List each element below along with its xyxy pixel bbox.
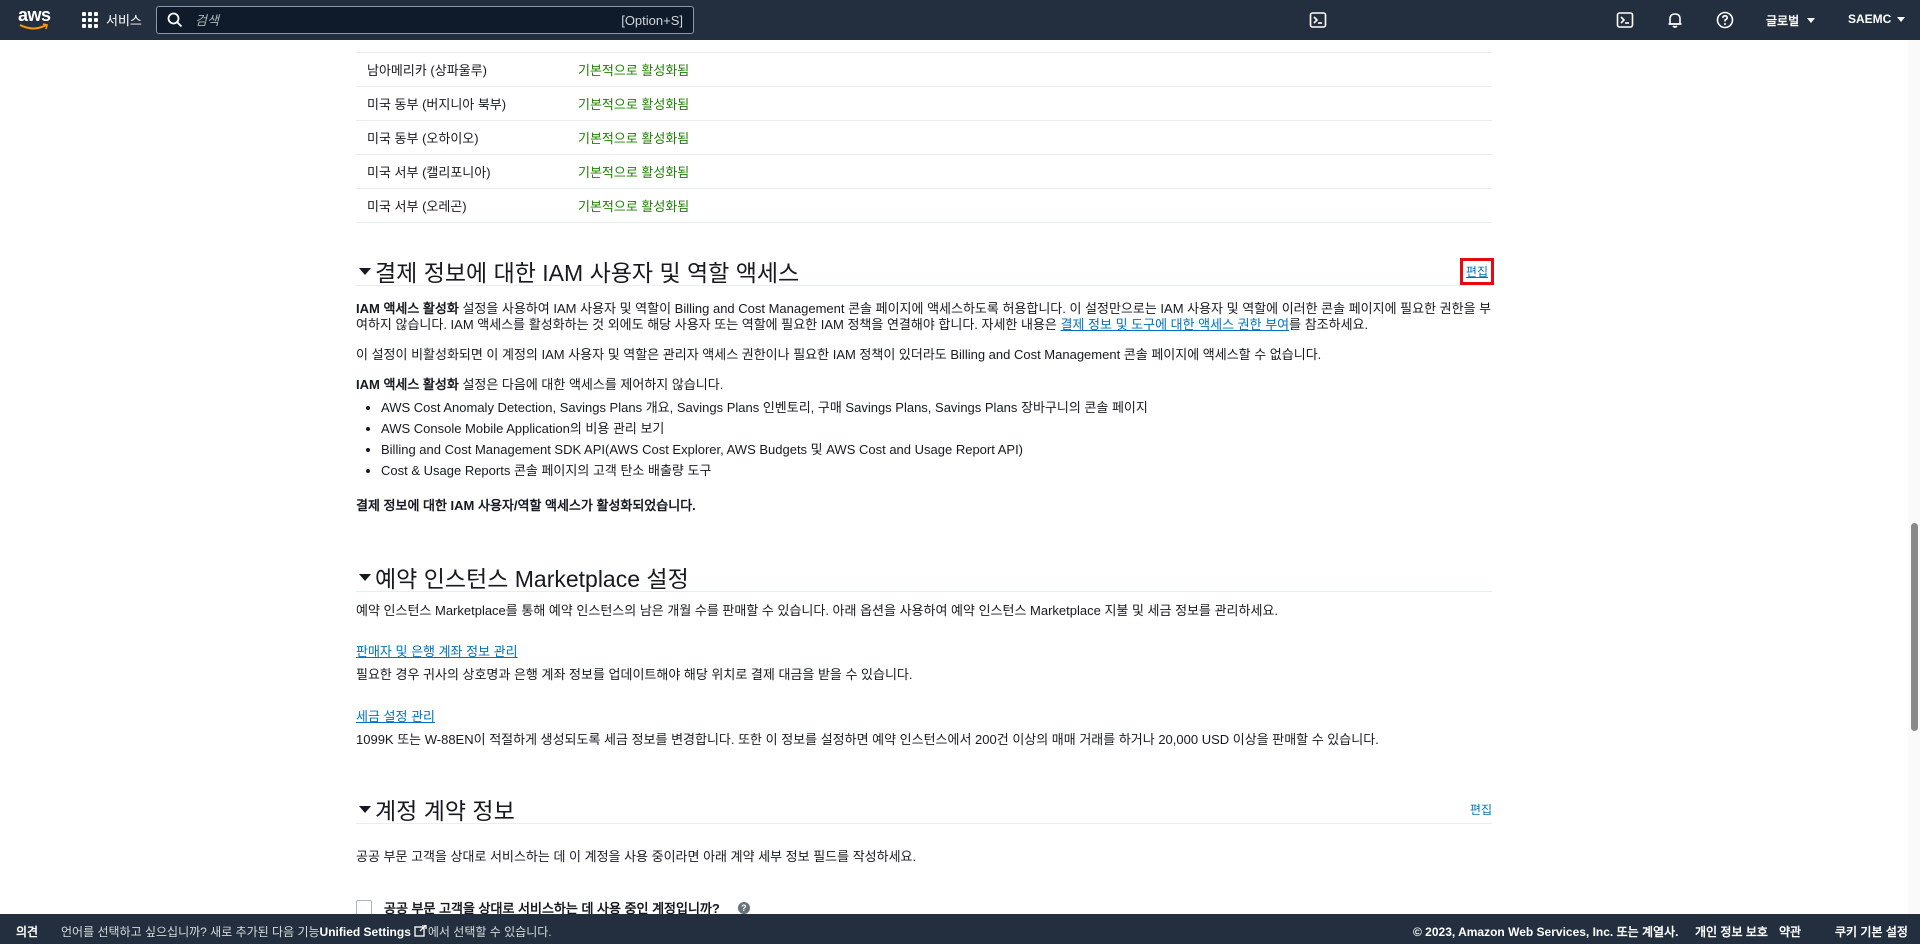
table-row: 미국 서부 (캘리포니아) 기본적으로 활성화됨 [356, 155, 1492, 189]
privacy-link[interactable]: 개인 정보 보호 [1695, 923, 1768, 940]
section-title: 계정 계약 정보 [375, 798, 515, 824]
aws-smile-icon [19, 23, 48, 30]
copyright-text: © 2023, Amazon Web Services, Inc. 또는 계열사… [1413, 925, 1679, 939]
edit-contract-link[interactable]: 편집 [1470, 801, 1492, 818]
caret-down-icon[interactable] [359, 805, 371, 813]
iam-description: IAM 액세스 활성화 설정을 사용하여 IAM 사용자 및 역할이 Billi… [356, 301, 1492, 333]
iam-description-suffix: 를 참조하세요. [1289, 317, 1369, 332]
tax-settings-desc: 1099K 또는 W-88EN이 적절하게 생성되도록 세금 정보를 변경합니다… [356, 732, 1379, 747]
feedback-link[interactable]: 의견 [16, 923, 38, 940]
seller-bank-info-link[interactable]: 판매자 및 은행 계좌 정보 관리 [356, 644, 518, 659]
search-icon [167, 12, 183, 28]
seller-bank-info-desc: 필요한 경우 귀사의 상호명과 은행 계좌 정보를 업데이트해야 해당 위치로 … [356, 667, 913, 682]
tax-settings-link[interactable]: 세금 설정 관리 [356, 709, 435, 724]
cloudshell-icon[interactable] [1616, 11, 1634, 29]
language-notice-suffix: 에서 선택할 수 있습니다. [427, 925, 552, 939]
section-title: 결제 정보에 대한 IAM 사용자 및 역할 액세스 [375, 260, 800, 286]
language-notice-text: 언어를 선택하고 싶으십니까? 새로 추가된 다음 기능 [61, 925, 320, 939]
list-item: AWS Cost Anomaly Detection, Savings Plan… [381, 397, 1492, 418]
regions-table: 남아메리카 (상파울루) 기본적으로 활성화됨 미국 동부 (버지니아 북부) … [356, 40, 1492, 223]
region-selector[interactable]: 글로벌 [1766, 12, 1816, 29]
region-name: 미국 동부 (버지니아 북부) [367, 97, 507, 112]
region-status: 기본적으로 활성화됨 [578, 63, 690, 78]
external-link-icon [414, 924, 427, 937]
chevron-down-icon [1897, 16, 1906, 22]
table-row: 미국 동부 (오하이오) 기본적으로 활성화됨 [356, 121, 1492, 155]
chevron-down-icon [1807, 18, 1816, 23]
page-scrollbar[interactable] [1908, 40, 1920, 914]
caret-down-icon[interactable] [359, 267, 371, 275]
grid-icon [82, 11, 98, 28]
contract-intro: 공공 부문 고객을 상대로 서비스하는 데 이 계정을 사용 중이라면 아래 계… [356, 849, 917, 864]
search-box[interactable]: [Option+S] [156, 6, 694, 34]
tax-settings-block: 세금 설정 관리 1099K 또는 W-88EN이 적절하게 생성되도록 세금 … [356, 706, 1492, 748]
account-contract-section: 계정 계약 정보 편집 공공 부문 고객을 상대로 서비스하는 데 이 계정을 … [356, 795, 1492, 865]
section-title: 예약 인스턴스 Marketplace 설정 [375, 566, 689, 592]
search-shortcut-hint: [Option+S] [621, 12, 683, 28]
help-icon[interactable] [1716, 11, 1734, 29]
list-item: Cost & Usage Reports 콘솔 페이지의 고객 탄소 배출량 도… [381, 460, 1492, 481]
exclusions-list: AWS Cost Anomaly Detection, Savings Plan… [356, 397, 1492, 481]
aws-logo[interactable]: aws [18, 6, 52, 34]
account-menu[interactable]: SAEMC [1848, 12, 1906, 26]
table-row-partial [356, 40, 1492, 53]
language-notice: 언어를 선택하고 싶으십니까? 새로 추가된 다음 기능Unified Sett… [61, 923, 552, 940]
iam-status-text: 결제 정보에 대한 IAM 사용자/역할 액세스가 활성화되었습니다. [356, 498, 696, 513]
iam-scope-note: IAM 액세스 활성화 설정은 다음에 대한 액세스를 제어하지 않습니다. [356, 377, 1492, 393]
section-header[interactable]: 예약 인스턴스 Marketplace 설정 [356, 563, 1492, 592]
services-label: 서비스 [106, 13, 142, 28]
region-label: 글로벌 [1766, 14, 1800, 28]
help-icon[interactable]: ? [737, 901, 750, 914]
region-status: 기본적으로 활성화됨 [578, 199, 690, 214]
region-name: 미국 동부 (오하이오) [367, 131, 479, 146]
billing-access-docs-link[interactable]: 결제 정보 및 도구에 대한 액세스 권한 부여 [1061, 317, 1290, 332]
ri-intro: 예약 인스턴스 Marketplace를 통해 예약 인스턴스의 남은 개월 수… [356, 603, 1278, 618]
region-status: 기본적으로 활성화됨 [578, 165, 690, 180]
table-row: 미국 서부 (오레곤) 기본적으로 활성화됨 [356, 189, 1492, 223]
table-row: 남아메리카 (상파울루) 기본적으로 활성화됨 [356, 53, 1492, 87]
terms-link[interactable]: 약관 [1779, 923, 1801, 940]
list-item: Billing and Cost Management SDK API(AWS … [381, 439, 1492, 460]
iam-access-bold: IAM 액세스 활성화 [356, 301, 459, 316]
region-name: 미국 서부 (캘리포니아) [367, 165, 491, 180]
footer: 의견 언어를 선택하고 싶으십니까? 새로 추가된 다음 기능Unified S… [0, 914, 1920, 944]
cookie-preferences-link[interactable]: 쿠키 기본 설정 [1835, 923, 1908, 940]
iam-access-bold: IAM 액세스 활성화 [356, 377, 459, 392]
iam-access-section: 결제 정보에 대한 IAM 사용자 및 역할 액세스 편집 IAM 액세스 활성… [356, 257, 1495, 514]
region-name: 미국 서부 (오레곤) [367, 199, 467, 214]
bell-icon[interactable] [1666, 11, 1684, 29]
table-row: 미국 동부 (버지니아 북부) 기본적으로 활성화됨 [356, 87, 1492, 121]
section-header[interactable]: 결제 정보에 대한 IAM 사용자 및 역할 액세스 편집 [356, 257, 1495, 286]
ri-marketplace-section: 예약 인스턴스 Marketplace 설정 예약 인스턴스 Marketpla… [356, 563, 1492, 748]
region-status: 기본적으로 활성화됨 [578, 97, 690, 112]
aws-logo-text: aws [18, 5, 51, 25]
section-header[interactable]: 계정 계약 정보 편집 [356, 795, 1492, 824]
scrollbar-thumb[interactable] [1911, 523, 1918, 731]
seller-info-block: 판매자 및 은행 계좌 정보 관리 필요한 경우 귀사의 상호명과 은행 계좌 … [356, 641, 1492, 683]
cloudshell-icon[interactable] [1309, 11, 1327, 29]
account-label: SAEMC [1848, 12, 1892, 26]
edit-iam-access-link[interactable]: 편집 [1459, 257, 1495, 285]
iam-disabled-note: 이 설정이 비활성화되면 이 계정의 IAM 사용자 및 역할은 관리자 액세스… [356, 347, 1322, 362]
region-status: 기본적으로 활성화됨 [578, 131, 690, 146]
region-name: 남아메리카 (상파울루) [367, 63, 487, 78]
caret-down-icon[interactable] [359, 573, 371, 581]
services-menu-button[interactable]: 서비스 [82, 10, 142, 29]
iam-scope-text: 설정은 다음에 대한 액세스를 제어하지 않습니다. [458, 377, 724, 392]
list-item: AWS Console Mobile Application의 비용 관리 보기 [381, 418, 1492, 439]
search-input[interactable] [193, 11, 597, 29]
unified-settings-link[interactable]: Unified Settings [320, 925, 411, 939]
